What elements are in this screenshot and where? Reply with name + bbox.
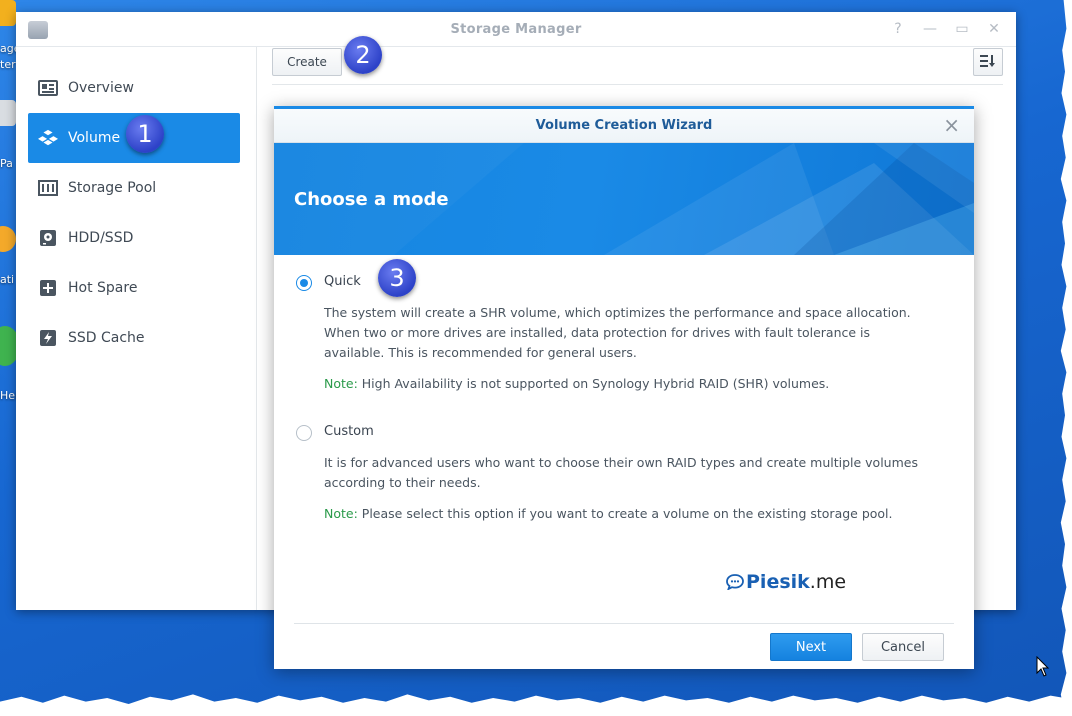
sidebar-item-storage-pool[interactable]: Storage Pool: [28, 163, 240, 213]
wizard-heading: Choose a mode: [294, 189, 449, 210]
sort-button[interactable]: [973, 48, 1003, 76]
window-titlebar[interactable]: Storage Manager ? — ▭ ✕: [16, 12, 1016, 47]
close-icon[interactable]: ×: [943, 114, 960, 136]
window-title: Storage Manager: [450, 22, 582, 37]
create-button[interactable]: Create: [272, 48, 342, 76]
note-text: High Availability is not supported on Sy…: [357, 376, 830, 391]
hot-spare-icon: [38, 279, 58, 297]
cancel-button[interactable]: Cancel: [862, 633, 944, 661]
mouse-cursor-icon: [1036, 656, 1050, 677]
wizard-titlebar[interactable]: Volume Creation Wizard ×: [274, 109, 974, 143]
overview-icon: [38, 79, 58, 97]
sidebar-item-label: Volume: [68, 130, 121, 146]
note-label: Note:: [324, 506, 358, 521]
sidebar-item-label: Overview: [68, 80, 134, 96]
desktop-app-icon[interactable]: [0, 0, 16, 26]
sidebar-item-overview[interactable]: Overview: [28, 63, 240, 113]
minimize-icon[interactable]: —: [922, 20, 938, 38]
sidebar-item-label: Hot Spare: [68, 280, 138, 296]
custom-option-label[interactable]: Custom: [324, 424, 374, 439]
desktop-label: Pa: [0, 157, 13, 170]
desktop-app-icon[interactable]: [0, 226, 16, 252]
quick-option-label[interactable]: Quick: [324, 274, 361, 289]
quick-radio[interactable]: [296, 275, 312, 291]
custom-description: It is for advanced users who want to cho…: [324, 455, 918, 490]
sidebar-item-hot-spare[interactable]: Hot Spare: [28, 263, 240, 313]
watermark-brand: Piesik: [746, 571, 810, 593]
step-badge-2: 2: [344, 36, 382, 74]
help-icon[interactable]: ?: [890, 20, 906, 38]
quick-description: The system will create a SHR volume, whi…: [324, 305, 911, 360]
next-button[interactable]: Next: [770, 633, 852, 661]
torn-edge-bottom: [0, 694, 1072, 716]
sidebar-item-label: SSD Cache: [68, 330, 145, 346]
note-label: Note:: [324, 376, 358, 391]
custom-radio[interactable]: [296, 425, 312, 441]
quick-note: Note: High Availability is not supported…: [324, 374, 934, 394]
footer-divider: [294, 623, 954, 624]
desktop-label: ati: [0, 273, 15, 286]
sidebar-item-hdd-ssd[interactable]: HDD/SSD: [28, 213, 240, 263]
volume-creation-wizard: Volume Creation Wizard × Choose a mode Q…: [274, 106, 974, 669]
desktop-label: ter: [0, 58, 16, 71]
close-icon[interactable]: ✕: [986, 20, 1002, 38]
maximize-icon[interactable]: ▭: [954, 20, 970, 38]
desktop-app-icon[interactable]: [0, 100, 16, 126]
volume-icon: [38, 129, 58, 147]
custom-note: Note: Please select this option if you w…: [324, 504, 934, 524]
sidebar-item-ssd-cache[interactable]: SSD Cache: [28, 313, 240, 363]
step-badge-3: 3: [378, 259, 416, 297]
chat-bubble-icon: [726, 574, 744, 590]
sidebar-item-label: Storage Pool: [68, 180, 157, 196]
storage-pool-icon: [38, 179, 58, 197]
sidebar-item-label: HDD/SSD: [68, 230, 134, 246]
sort-icon: [980, 53, 996, 72]
wizard-title: Volume Creation Wizard: [535, 118, 713, 133]
torn-edge-right: [1060, 0, 1072, 716]
watermark-suffix: .me: [809, 571, 847, 593]
note-text: Please select this option if you want to…: [357, 506, 893, 521]
hdd-icon: [38, 229, 58, 247]
wizard-banner: Choose a mode: [274, 143, 974, 255]
piesik-watermark: Piesik .me: [726, 571, 846, 593]
step-badge-1: 1: [126, 115, 164, 153]
ssd-cache-icon: [38, 329, 58, 347]
